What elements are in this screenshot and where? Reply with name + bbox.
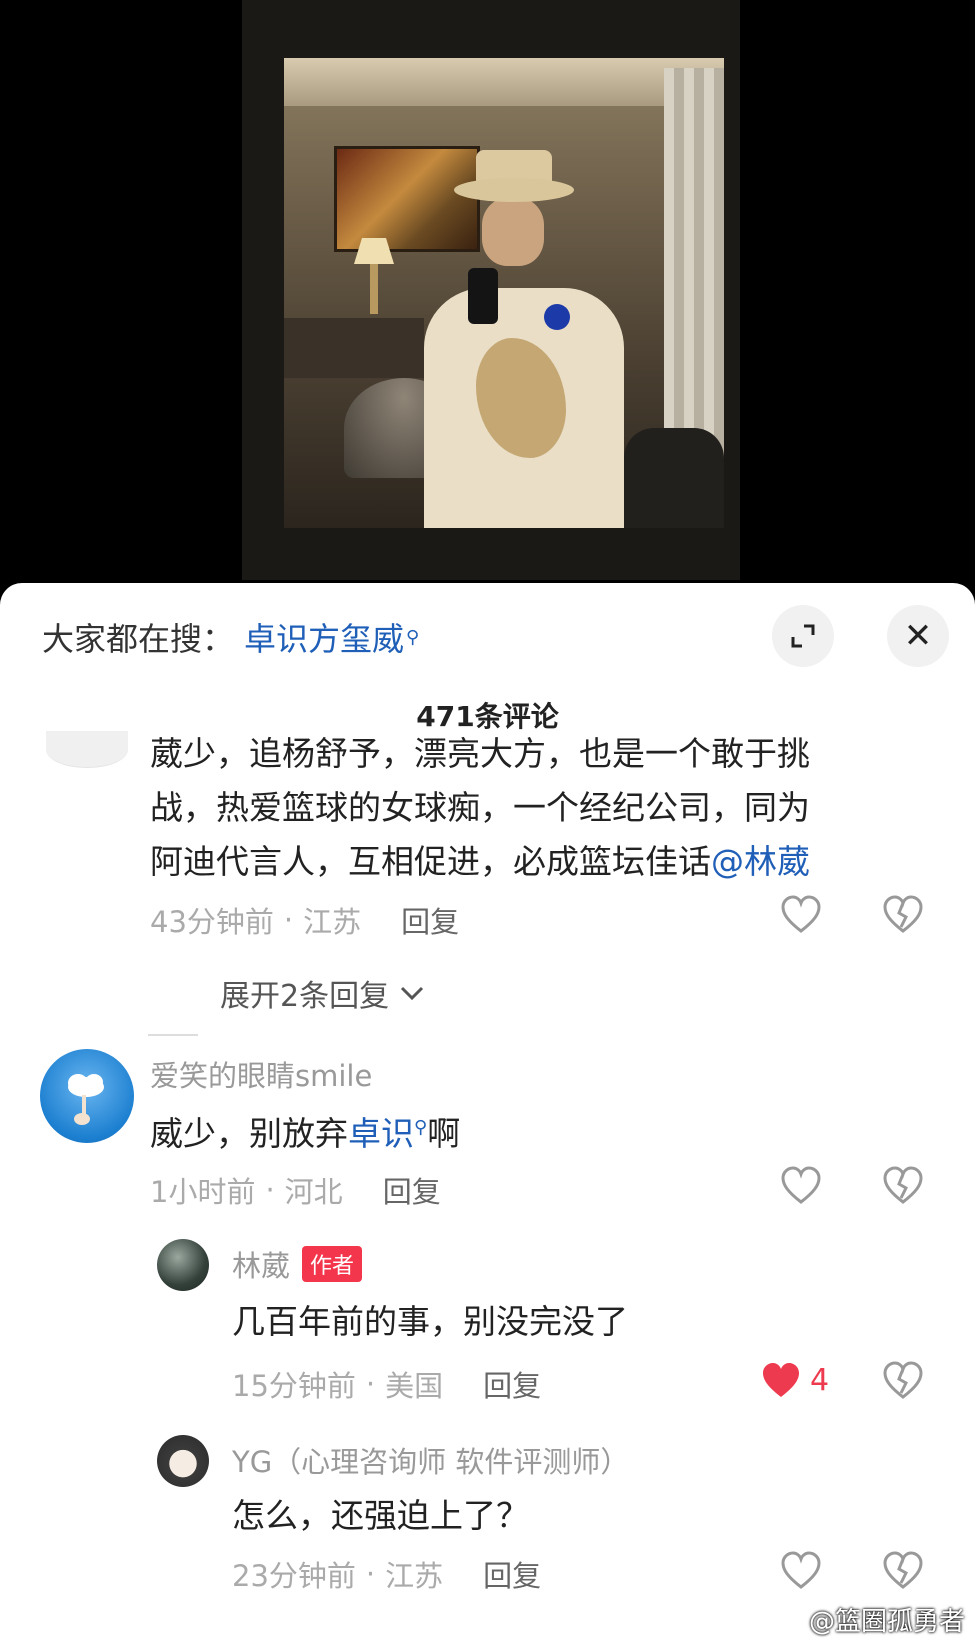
comment-line: 战，热爱篮球的女球痴，一个经纪公司，同为 [150, 788, 810, 827]
comment-location: 河北 [284, 1175, 343, 1209]
avatar[interactable] [46, 731, 128, 768]
comment-location: 江苏 [303, 905, 362, 939]
comment-text: 葳少，追杨舒予，漂亮大方，也是一个敢于挑 战，热爱篮球的女球痴，一个经纪公司，同… [150, 727, 940, 889]
like-heart-icon[interactable] [780, 1551, 822, 1591]
reply-text: 怎么，还强迫上了？ [232, 1496, 529, 1535]
comment-text: 威少，别放弃卓识⚲啊 [150, 1101, 940, 1161]
comment-line-text: 阿迪代言人，互相促进，必成篮坛佳话 [150, 842, 711, 881]
dislike-broken-heart-icon[interactable] [882, 1166, 924, 1206]
expand-icon [791, 624, 815, 648]
expand-divider [148, 1034, 198, 1036]
dislike-broken-heart-icon[interactable] [882, 1551, 924, 1591]
reply-meta: 23分钟前 · 江苏 回复 [232, 1553, 541, 1595]
reply-button[interactable]: 回复 [483, 1553, 541, 1595]
reply-time: 23分钟前 [232, 1559, 356, 1593]
comment-text-before: 威少，别放弃 [150, 1114, 348, 1153]
comment-text-after: 啊 [427, 1114, 461, 1153]
mirror-selfie-image [284, 58, 724, 528]
comment-panel: 大家都在搜： 卓识方玺威 ⚲ ✕ 471条评论 葳少，追杨舒予，漂亮大方，也是一… [0, 583, 975, 1646]
avatar[interactable] [157, 1239, 209, 1291]
expand-replies-button[interactable]: 展开2条回复 [220, 971, 427, 1015]
avatar[interactable] [40, 1049, 134, 1143]
expand-replies-label: 展开2条回复 [220, 979, 390, 1014]
comment-meta: 43分钟前 · 江苏 回复 [150, 899, 459, 941]
reply-button[interactable]: 回复 [483, 1363, 541, 1405]
trending-search-term[interactable]: 卓识方玺威 [244, 614, 404, 660]
comment-username[interactable]: 爱笑的眼睛smile [150, 1053, 372, 1095]
reply-location: 美国 [385, 1369, 444, 1403]
mention-link[interactable]: @林葳 [711, 842, 810, 881]
avatar[interactable] [157, 1435, 209, 1487]
reply-button[interactable]: 回复 [401, 899, 459, 941]
mirror-frame [242, 0, 740, 580]
search-icon: ⚲ [406, 626, 420, 648]
comment-line: 葳少，追杨舒予，漂亮大方，也是一个敢于挑 [150, 734, 810, 773]
expand-button[interactable] [772, 605, 834, 667]
liked-heart-icon[interactable] [760, 1361, 802, 1401]
trending-search-prefix: 大家都在搜： [42, 620, 235, 658]
comment-meta: 1小时前 · 河北 回复 [150, 1169, 441, 1211]
comment-time: 43分钟前 [150, 905, 274, 939]
watermark: @篮圈孤勇者 [771, 1601, 965, 1638]
close-icon: ✕ [903, 616, 933, 656]
reply-username-row: 林葳 作者 [232, 1243, 363, 1285]
weibo-logo-icon [771, 1607, 804, 1633]
comment-line: 阿迪代言人，互相促进，必成篮坛佳话@林葳 [150, 835, 940, 889]
reply-text: 几百年前的事，别没完没了 [232, 1302, 628, 1341]
reply-time: 15分钟前 [232, 1369, 356, 1403]
like-heart-icon[interactable] [780, 895, 822, 935]
comment-time: 1小时前 [150, 1175, 256, 1209]
post-photo[interactable] [0, 0, 975, 590]
person [424, 128, 644, 528]
dislike-broken-heart-icon[interactable] [882, 895, 924, 935]
dislike-broken-heart-icon[interactable] [882, 1361, 924, 1401]
search-keyword-link[interactable]: 卓识 [348, 1114, 414, 1153]
reply-username[interactable]: YG（心理咨询师 软件评测师） [232, 1439, 629, 1481]
reply-username[interactable]: 林葳 [232, 1243, 290, 1285]
close-button[interactable]: ✕ [887, 605, 949, 667]
reply-button[interactable]: 回复 [383, 1169, 441, 1211]
reply-location: 江苏 [385, 1559, 444, 1593]
search-icon: ⚲ [414, 1117, 428, 1138]
trending-search[interactable]: 大家都在搜： 卓识方玺威 ⚲ [42, 614, 420, 660]
cloud-hand-icon [68, 1074, 104, 1125]
like-count: 4 [810, 1363, 830, 1398]
chevron-down-icon [401, 986, 424, 1001]
reply-meta: 15分钟前 · 美国 回复 [232, 1363, 541, 1405]
watermark-text: @篮圈孤勇者 [808, 1607, 965, 1637]
like-heart-icon[interactable] [780, 1166, 822, 1206]
author-badge: 作者 [302, 1246, 363, 1282]
